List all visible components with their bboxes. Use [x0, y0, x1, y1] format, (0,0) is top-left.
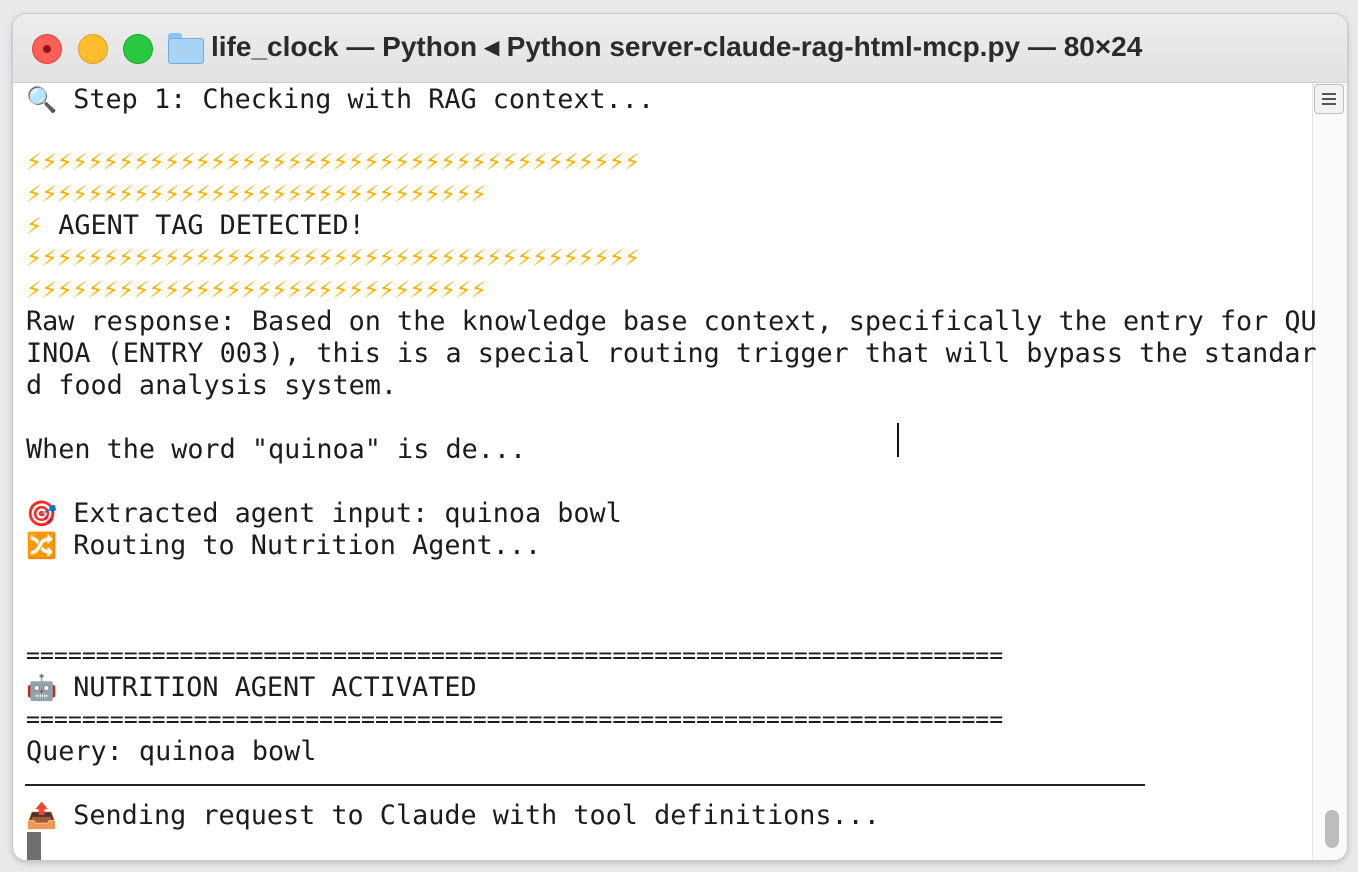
outbox-icon: 📤 [26, 801, 58, 830]
bolt-row-3: ⚡⚡⚡⚡⚡⚡⚡⚡⚡⚡⚡⚡⚡⚡⚡⚡⚡⚡⚡⚡⚡⚡⚡⚡⚡⚡⚡⚡⚡⚡⚡⚡⚡⚡⚡⚡⚡⚡⚡⚡ [26, 242, 640, 273]
raw-response-line-1: Raw response: Based on the knowledge bas… [26, 306, 1317, 337]
window-title: life_clock — Python ◂ Python server-clau… [211, 31, 1143, 62]
terminal-cursor [27, 832, 41, 860]
activated-line: 🤖 NUTRITION AGENT ACTIVATED [26, 672, 477, 703]
title-bar[interactable]: life_clock — Python ◂ Python server-clau… [13, 14, 1347, 83]
shuffle-icon: 🔀 [26, 531, 58, 560]
when-line: When the word "quinoa" is de... [26, 434, 527, 465]
separator-top: ========================================… [26, 642, 1004, 669]
lightning-icon: ⚡ [26, 210, 43, 241]
bolt-row-1: ⚡⚡⚡⚡⚡⚡⚡⚡⚡⚡⚡⚡⚡⚡⚡⚡⚡⚡⚡⚡⚡⚡⚡⚡⚡⚡⚡⚡⚡⚡⚡⚡⚡⚡⚡⚡⚡⚡⚡⚡ [26, 146, 640, 177]
terminal-output[interactable]: 🔍 Step 1: Checking with RAG context... ⚡… [26, 84, 1317, 860]
scrollbar-thumb[interactable] [1325, 810, 1339, 848]
vertical-scrollbar[interactable] [1312, 83, 1347, 860]
bolt-row-2: ⚡⚡⚡⚡⚡⚡⚡⚡⚡⚡⚡⚡⚡⚡⚡⚡⚡⚡⚡⚡⚡⚡⚡⚡⚡⚡⚡⚡⚡⚡ [26, 178, 487, 209]
robot-icon: 🤖 [26, 673, 58, 702]
query-line: Query: quinoa bowl [26, 736, 317, 767]
bolt-row-4: ⚡⚡⚡⚡⚡⚡⚡⚡⚡⚡⚡⚡⚡⚡⚡⚡⚡⚡⚡⚡⚡⚡⚡⚡⚡⚡⚡⚡⚡⚡ [26, 274, 487, 305]
folder-icon [168, 31, 204, 64]
target-icon: 🎯 [26, 499, 58, 528]
raw-response-line-3: d food analysis system. [26, 370, 398, 401]
terminal-window: life_clock — Python ◂ Python server-clau… [12, 13, 1348, 861]
sending-line: 📤 Sending request to Claude with tool de… [26, 800, 880, 831]
close-button[interactable] [32, 34, 62, 64]
magnifier-icon: 🔍 [26, 85, 58, 114]
maximize-button[interactable] [123, 34, 153, 64]
raw-response-line-2: INOA (ENTRY 003), this is a special rout… [26, 338, 1317, 369]
extracted-line: 🎯 Extracted agent input: quinoa bowl [26, 498, 622, 529]
agent-tag-line: ⚡ AGENT TAG DETECTED! [26, 210, 365, 241]
separator-bottom: ========================================… [26, 706, 1004, 733]
text-ibeam-cursor-icon [897, 423, 913, 457]
routing-line: 🔀 Routing to Nutrition Agent... [26, 530, 542, 561]
step-line: 🔍 Step 1: Checking with RAG context... [26, 84, 655, 115]
minimize-button[interactable] [78, 34, 108, 64]
scrollbar-menu-icon[interactable] [1314, 84, 1344, 114]
horizontal-rule [25, 784, 1145, 786]
